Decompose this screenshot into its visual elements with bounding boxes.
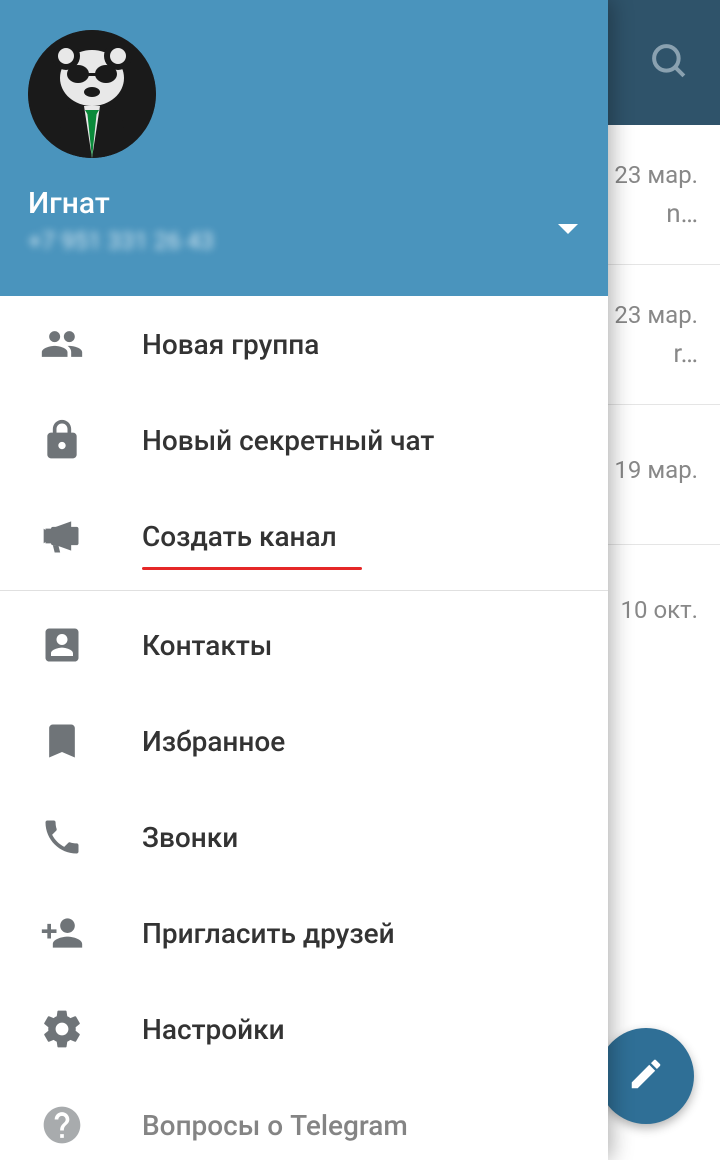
- phone-icon: [40, 815, 84, 859]
- menu-label: Создать канал: [142, 520, 337, 553]
- menu-new-secret-chat[interactable]: Новый секретный чат: [0, 392, 608, 488]
- menu-calls[interactable]: Звонки: [0, 789, 608, 885]
- bookmark-icon: [40, 719, 84, 763]
- menu-label: Избранное: [142, 725, 285, 758]
- search-icon[interactable]: [648, 40, 690, 86]
- menu-label: Новая группа: [142, 328, 319, 361]
- menu-create-channel[interactable]: Создать канал: [0, 488, 608, 584]
- menu-label: Настройки: [142, 1013, 285, 1046]
- chat-date: 19 мар.: [614, 456, 698, 484]
- menu-contacts[interactable]: Контакты: [0, 597, 608, 693]
- contacts-icon: [40, 623, 84, 667]
- help-icon: [40, 1103, 84, 1147]
- chat-preview: n…: [666, 199, 698, 229]
- menu-invite-friends[interactable]: Пригласить друзей: [0, 885, 608, 981]
- gear-icon: [40, 1007, 84, 1051]
- menu-label: Контакты: [142, 629, 272, 662]
- menu-new-group[interactable]: Новая группа: [0, 296, 608, 392]
- chat-date: 10 окт.: [621, 596, 698, 624]
- drawer-header: Игнат +7 951 331 26 43: [0, 0, 608, 296]
- group-icon: [40, 322, 84, 366]
- phone-number: 951 331 26 43: [61, 227, 214, 255]
- invite-icon: [40, 911, 84, 955]
- chevron-down-icon[interactable]: [556, 222, 580, 242]
- avatar[interactable]: [28, 30, 156, 158]
- chat-preview: r…: [673, 339, 698, 369]
- lock-icon: [40, 418, 84, 462]
- menu-label: Пригласить друзей: [142, 917, 395, 950]
- megaphone-icon: [40, 514, 84, 558]
- user-phone: +7 951 331 26 43: [28, 227, 580, 255]
- highlight-underline: [142, 567, 362, 570]
- pencil-icon: [627, 1055, 665, 1097]
- menu-faq[interactable]: Вопросы о Telegram: [0, 1077, 608, 1160]
- navigation-drawer: Игнат +7 951 331 26 43 Новая группа Новы…: [0, 0, 608, 1160]
- chat-date: 23 мар.: [614, 301, 698, 329]
- menu-divider: [0, 590, 608, 591]
- phone-prefix: +7: [28, 227, 55, 255]
- menu-label: Вопросы о Telegram: [142, 1109, 408, 1142]
- drawer-menu: Новая группа Новый секретный чат Создать…: [0, 296, 608, 1160]
- menu-label: Звонки: [142, 821, 238, 854]
- chat-date: 23 мар.: [614, 161, 698, 189]
- menu-label: Новый секретный чат: [142, 424, 434, 457]
- user-name: Игнат: [28, 186, 580, 221]
- menu-settings[interactable]: Настройки: [0, 981, 608, 1077]
- compose-fab[interactable]: [598, 1028, 694, 1124]
- menu-saved[interactable]: Избранное: [0, 693, 608, 789]
